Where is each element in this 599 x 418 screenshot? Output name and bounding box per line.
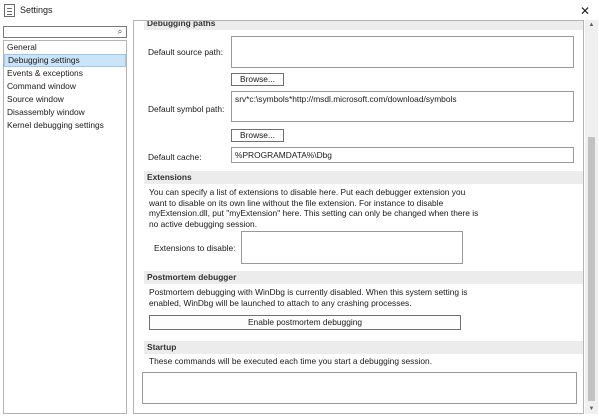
nav-item-events-exceptions[interactable]: Events & exceptions (4, 67, 126, 80)
search-input[interactable]: ⌕ (3, 26, 127, 38)
default-source-path-label: Default source path: (148, 47, 223, 57)
postmortem-description-line: enabled, WinDbg will be launched to atta… (149, 297, 412, 308)
scrollbar-thumb[interactable] (588, 137, 595, 401)
settings-content-panel: Debugging paths Default source path: Bro… (133, 20, 584, 414)
postmortem-description-line: Postmortem debugging with WinDbg is curr… (149, 287, 468, 297)
nav-item-source-window[interactable]: Source window (4, 93, 126, 106)
section-header-postmortem-debugger: Postmortem debugger (144, 271, 583, 284)
default-cache-field[interactable]: %PROGRAMDATA%\Dbg (231, 147, 574, 163)
default-symbol-path-field[interactable]: srv*c:\symbols*http://msdl.microsoft.com… (231, 91, 574, 122)
scroll-down-arrow-icon[interactable]: ▼ (585, 404, 598, 414)
enable-postmortem-debugging-button[interactable]: Enable postmortem debugging (149, 315, 461, 330)
title-bar: Settings ✕ (0, 0, 599, 22)
browse-symbol-path-button[interactable]: Browse... (231, 129, 284, 142)
vertical-scrollbar[interactable]: ▲ ▼ (585, 20, 598, 414)
nav-item-general[interactable]: General (4, 41, 126, 54)
nav-item-command-window[interactable]: Command window (4, 80, 126, 93)
window-title: Settings (20, 5, 53, 15)
startup-commands-field[interactable] (142, 372, 577, 404)
extensions-to-disable-label: Extensions to disable: (154, 243, 236, 253)
nav-item-disassembly-window[interactable]: Disassembly window (4, 106, 126, 119)
section-header-extensions: Extensions (144, 171, 583, 184)
extensions-description-line: myExtension.dll, put "myExtension" here.… (149, 208, 479, 219)
search-icon[interactable]: ⌕ (115, 27, 125, 37)
extensions-description: You can specify a list of extensions to … (149, 187, 479, 229)
settings-category-list: General Debugging settings Events & exce… (3, 40, 127, 414)
extensions-description-line: You can specify a list of extensions to … (149, 187, 466, 197)
startup-description: These commands will be executed each tim… (149, 356, 433, 366)
default-cache-label: Default cache: (148, 152, 202, 162)
nav-item-kernel-debugging-settings[interactable]: Kernel debugging settings (4, 119, 126, 132)
default-symbol-path-label: Default symbol path: (148, 104, 225, 114)
scroll-up-arrow-icon[interactable]: ▲ (585, 20, 598, 30)
extensions-description-line: no active debugging session. (149, 218, 258, 229)
close-button[interactable]: ✕ (571, 0, 599, 22)
browse-source-path-button[interactable]: Browse... (231, 73, 284, 86)
extensions-to-disable-field[interactable] (241, 231, 463, 264)
section-header-startup: Startup (144, 341, 583, 354)
extensions-description-line: want to disable on its own line without … (149, 197, 444, 208)
section-header-debugging-paths: Debugging paths (144, 21, 583, 30)
postmortem-description: Postmortem debugging with WinDbg is curr… (149, 287, 479, 308)
default-source-path-field[interactable] (231, 36, 574, 68)
nav-item-debugging-settings[interactable]: Debugging settings (4, 54, 126, 67)
settings-document-icon (4, 4, 15, 17)
